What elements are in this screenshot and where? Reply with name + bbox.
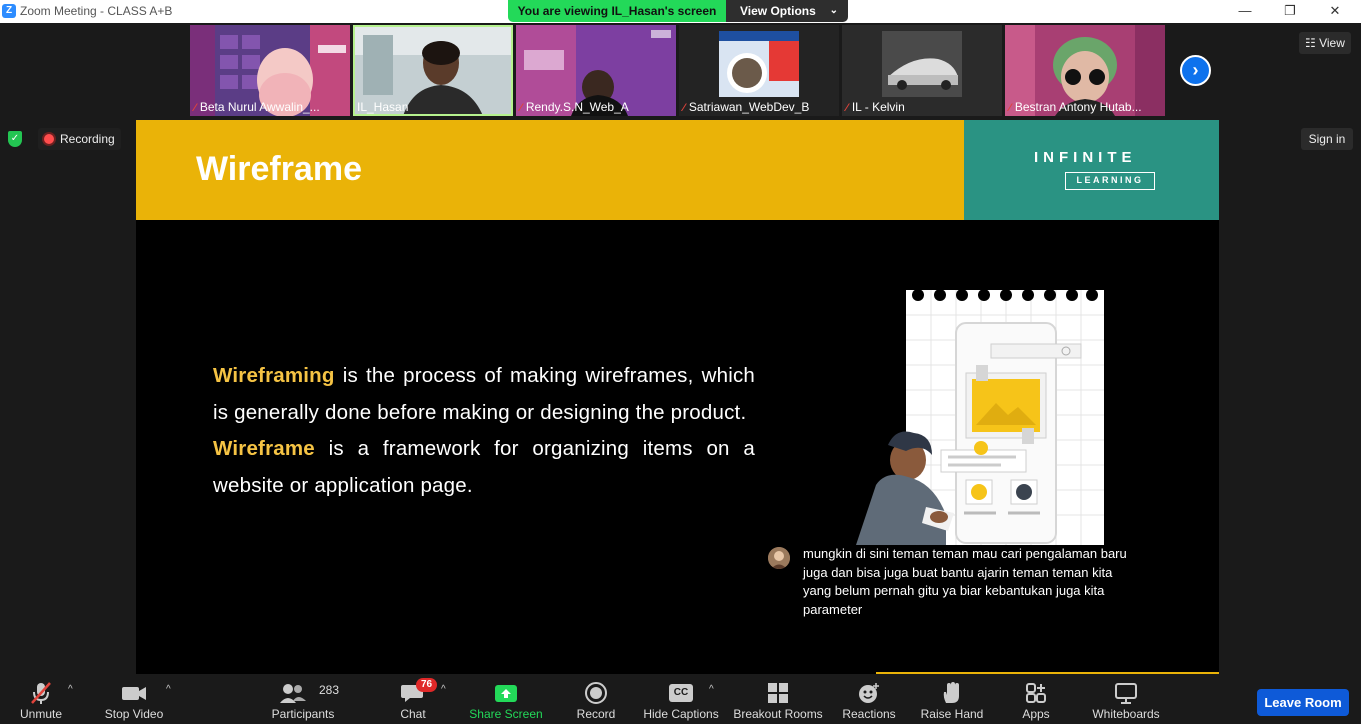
participant-tile[interactable]: ⁄ Rendy.S.N_Web_A — [516, 25, 676, 116]
record-label: Record — [576, 707, 616, 721]
whiteboard-icon — [1115, 683, 1137, 704]
recording-dot-icon — [44, 134, 54, 144]
wireframe-illustration — [856, 289, 1104, 545]
next-page-icon[interactable]: › — [1180, 55, 1211, 86]
slide-title: Wireframe — [196, 150, 362, 188]
reactions-button[interactable]: Reactions — [840, 674, 898, 724]
reactions-smiley-icon — [859, 683, 879, 703]
participants-count: 283 — [319, 683, 340, 697]
recording-indicator[interactable]: Recording — [38, 128, 121, 150]
unmute-label: Unmute — [19, 707, 63, 721]
raise-hand-icon — [943, 682, 959, 703]
chevron-down-icon: ⌄ — [829, 5, 838, 16]
video-camera-icon — [122, 687, 146, 700]
apps-button[interactable]: Apps — [1014, 674, 1058, 724]
logo-main-text: INFINITE — [1034, 149, 1137, 166]
zoom-app-icon: Z — [2, 4, 16, 18]
stop-video-label: Stop Video — [104, 707, 164, 721]
window-title: Zoom Meeting - CLASS A+B — [20, 4, 173, 18]
muted-microphone-icon — [31, 682, 51, 704]
participant-name: ⁄ Rendy.S.N_Web_A — [520, 100, 629, 114]
slide-header: Wireframe — [136, 120, 964, 220]
restore-button[interactable]: ❐ — [1279, 2, 1301, 20]
slide-body: Wireframing is the process of making wir… — [213, 358, 755, 504]
raise-hand-label: Raise Hand — [920, 707, 984, 721]
participant-tile[interactable]: ⁄ Satriawan_WebDev_B — [679, 25, 839, 116]
apps-icon — [1026, 683, 1046, 703]
reactions-label: Reactions — [842, 707, 896, 721]
participant-tile[interactable]: ⁄ Bestran Antony Hutab... — [1005, 25, 1165, 116]
participant-name: ⁄ Beta Nurul Awwalin_... — [194, 100, 320, 114]
view-options-label: View Options — [740, 4, 816, 18]
recording-label: Recording — [60, 132, 115, 146]
participant-name: ⁄ Satriawan_WebDev_B — [683, 100, 810, 114]
participant-tile-active[interactable]: IL_Hasan — [353, 25, 513, 116]
sign-in-button[interactable]: Sign in — [1301, 128, 1353, 150]
raise-hand-button[interactable]: Raise Hand — [918, 674, 986, 724]
participant-name: ⁄ IL - Kelvin — [846, 100, 905, 114]
close-button[interactable]: ✕ — [1324, 2, 1346, 20]
audio-options-caret-icon[interactable]: ^ — [68, 684, 73, 695]
participants-label: Participants — [271, 707, 335, 721]
chat-message-text: mungkin di sini teman teman mau cari pen… — [803, 546, 1127, 617]
term-wireframing: Wireframing — [213, 364, 335, 387]
participant-name: ⁄ Bestran Antony Hutab... — [1009, 100, 1142, 114]
closed-captions-icon: CC — [669, 684, 693, 702]
avatar — [768, 547, 790, 569]
muted-mic-icon: ⁄ — [683, 102, 685, 114]
view-options-button[interactable]: View Options ⌄ — [726, 0, 848, 22]
share-screen-button[interactable]: Share Screen — [468, 674, 544, 724]
muted-mic-icon: ⁄ — [194, 102, 196, 114]
participant-tile[interactable]: ⁄ Beta Nurul Awwalin_... — [190, 25, 350, 116]
captions-options-caret-icon[interactable]: ^ — [709, 684, 714, 695]
term-wireframe: Wireframe — [213, 437, 315, 460]
video-options-caret-icon[interactable]: ^ — [166, 684, 171, 695]
minimize-button[interactable]: — — [1234, 2, 1256, 20]
muted-mic-icon: ⁄ — [1009, 102, 1011, 114]
chat-label: Chat — [400, 707, 426, 721]
breakout-rooms-button[interactable]: Breakout Rooms — [732, 674, 824, 724]
muted-mic-icon: ⁄ — [846, 102, 848, 114]
apps-label: Apps — [1022, 707, 1050, 721]
view-button[interactable]: ☷ View — [1299, 32, 1351, 54]
muted-mic-icon: ⁄ — [520, 102, 522, 114]
record-button[interactable]: Record — [570, 674, 622, 724]
hide-captions-button[interactable]: CC Hide Captions — [642, 674, 720, 724]
meeting-toolbar: Unmute ^ Stop Video ^ 283 Participants 7… — [0, 674, 1361, 724]
stop-video-button[interactable]: Stop Video — [100, 674, 168, 724]
record-icon — [585, 682, 607, 704]
share-screen-label: Share Screen — [469, 707, 543, 721]
logo-sub-text: LEARNING — [1065, 172, 1155, 190]
infinite-learning-logo: INFINITE LEARNING — [964, 120, 1219, 220]
breakout-rooms-label: Breakout Rooms — [733, 707, 823, 721]
viewing-status: You are viewing IL_Hasan's screen — [508, 0, 726, 22]
whiteboards-button[interactable]: Whiteboards — [1088, 674, 1164, 724]
whiteboards-label: Whiteboards — [1092, 707, 1160, 721]
unmute-button[interactable]: Unmute — [12, 674, 70, 724]
viewing-banner: You are viewing IL_Hasan's screen View O… — [508, 0, 848, 22]
paragraph-wireframing: Wireframing is the process of making wir… — [213, 364, 755, 424]
paragraph-wireframe: Wireframe is a framework for organizing … — [213, 437, 755, 497]
leave-room-button[interactable]: Leave Room — [1257, 689, 1349, 716]
participants-icon — [279, 684, 306, 703]
zoom-window: Z Zoom Meeting - CLASS A+B — ❐ ✕ You are… — [0, 0, 1361, 724]
participant-name: IL_Hasan — [357, 100, 409, 114]
security-shield-icon: ✓ — [8, 131, 22, 147]
breakout-rooms-icon — [768, 683, 788, 703]
participants-button[interactable]: 283 Participants — [268, 674, 340, 724]
hide-captions-label: Hide Captions — [643, 707, 719, 721]
chat-unread-badge: 76 — [416, 678, 438, 692]
chat-button[interactable]: 76 Chat — [390, 674, 438, 724]
share-screen-icon — [495, 685, 517, 702]
participant-tile[interactable]: ⁄ IL - Kelvin — [842, 25, 1002, 116]
chat-options-caret-icon[interactable]: ^ — [441, 684, 446, 695]
